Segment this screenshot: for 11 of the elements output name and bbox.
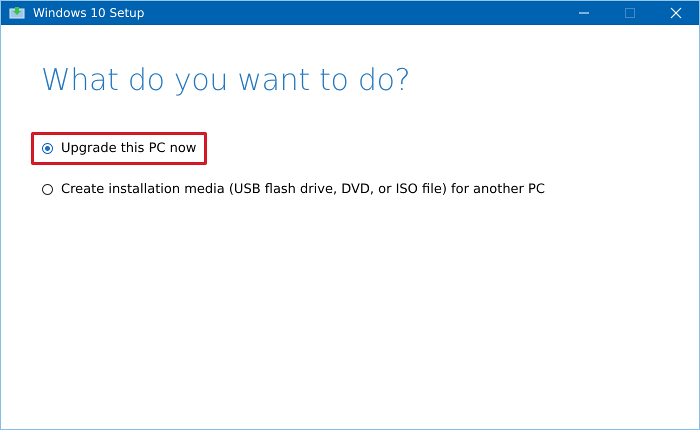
close-icon (670, 7, 682, 19)
monitor-icon (9, 6, 25, 20)
radio-option[interactable]: Upgrade this PC now (31, 132, 208, 165)
radio-button[interactable] (42, 184, 53, 195)
radio-option[interactable]: Create installation media (USB flash drive, DVD, or ISO file) for another PC (31, 173, 556, 206)
window-title: Windows 10 Setup (33, 6, 144, 20)
option-label: Upgrade this PC now (61, 141, 196, 156)
option-label: Create installation media (USB flash drive, DVD, or ISO file) for another PC (61, 182, 545, 197)
radio-button[interactable] (42, 143, 53, 154)
maximize-icon (624, 7, 636, 19)
page-heading: What do you want to do? (41, 63, 412, 98)
